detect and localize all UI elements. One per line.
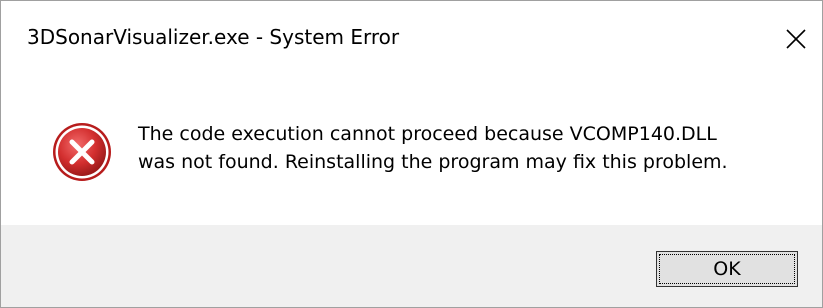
ok-button[interactable]: OK	[656, 251, 798, 287]
dialog-footer: OK	[1, 225, 822, 307]
window-title: 3DSonarVisualizer.exe - System Error	[27, 25, 400, 49]
close-icon	[786, 29, 806, 49]
title-bar[interactable]: 3DSonarVisualizer.exe - System Error	[1, 1, 822, 73]
error-message-line-1: The code execution cannot proceed becaus…	[138, 123, 717, 145]
system-error-dialog: 3DSonarVisualizer.exe - System Error The…	[0, 0, 823, 308]
close-button[interactable]	[776, 19, 816, 59]
error-icon	[51, 121, 113, 183]
error-message-line-2: was not found. Reinstalling the program …	[138, 151, 728, 173]
error-message: The code execution cannot proceed becaus…	[138, 120, 728, 176]
ok-button-label: OK	[659, 254, 795, 284]
dialog-content: The code execution cannot proceed becaus…	[1, 73, 822, 225]
